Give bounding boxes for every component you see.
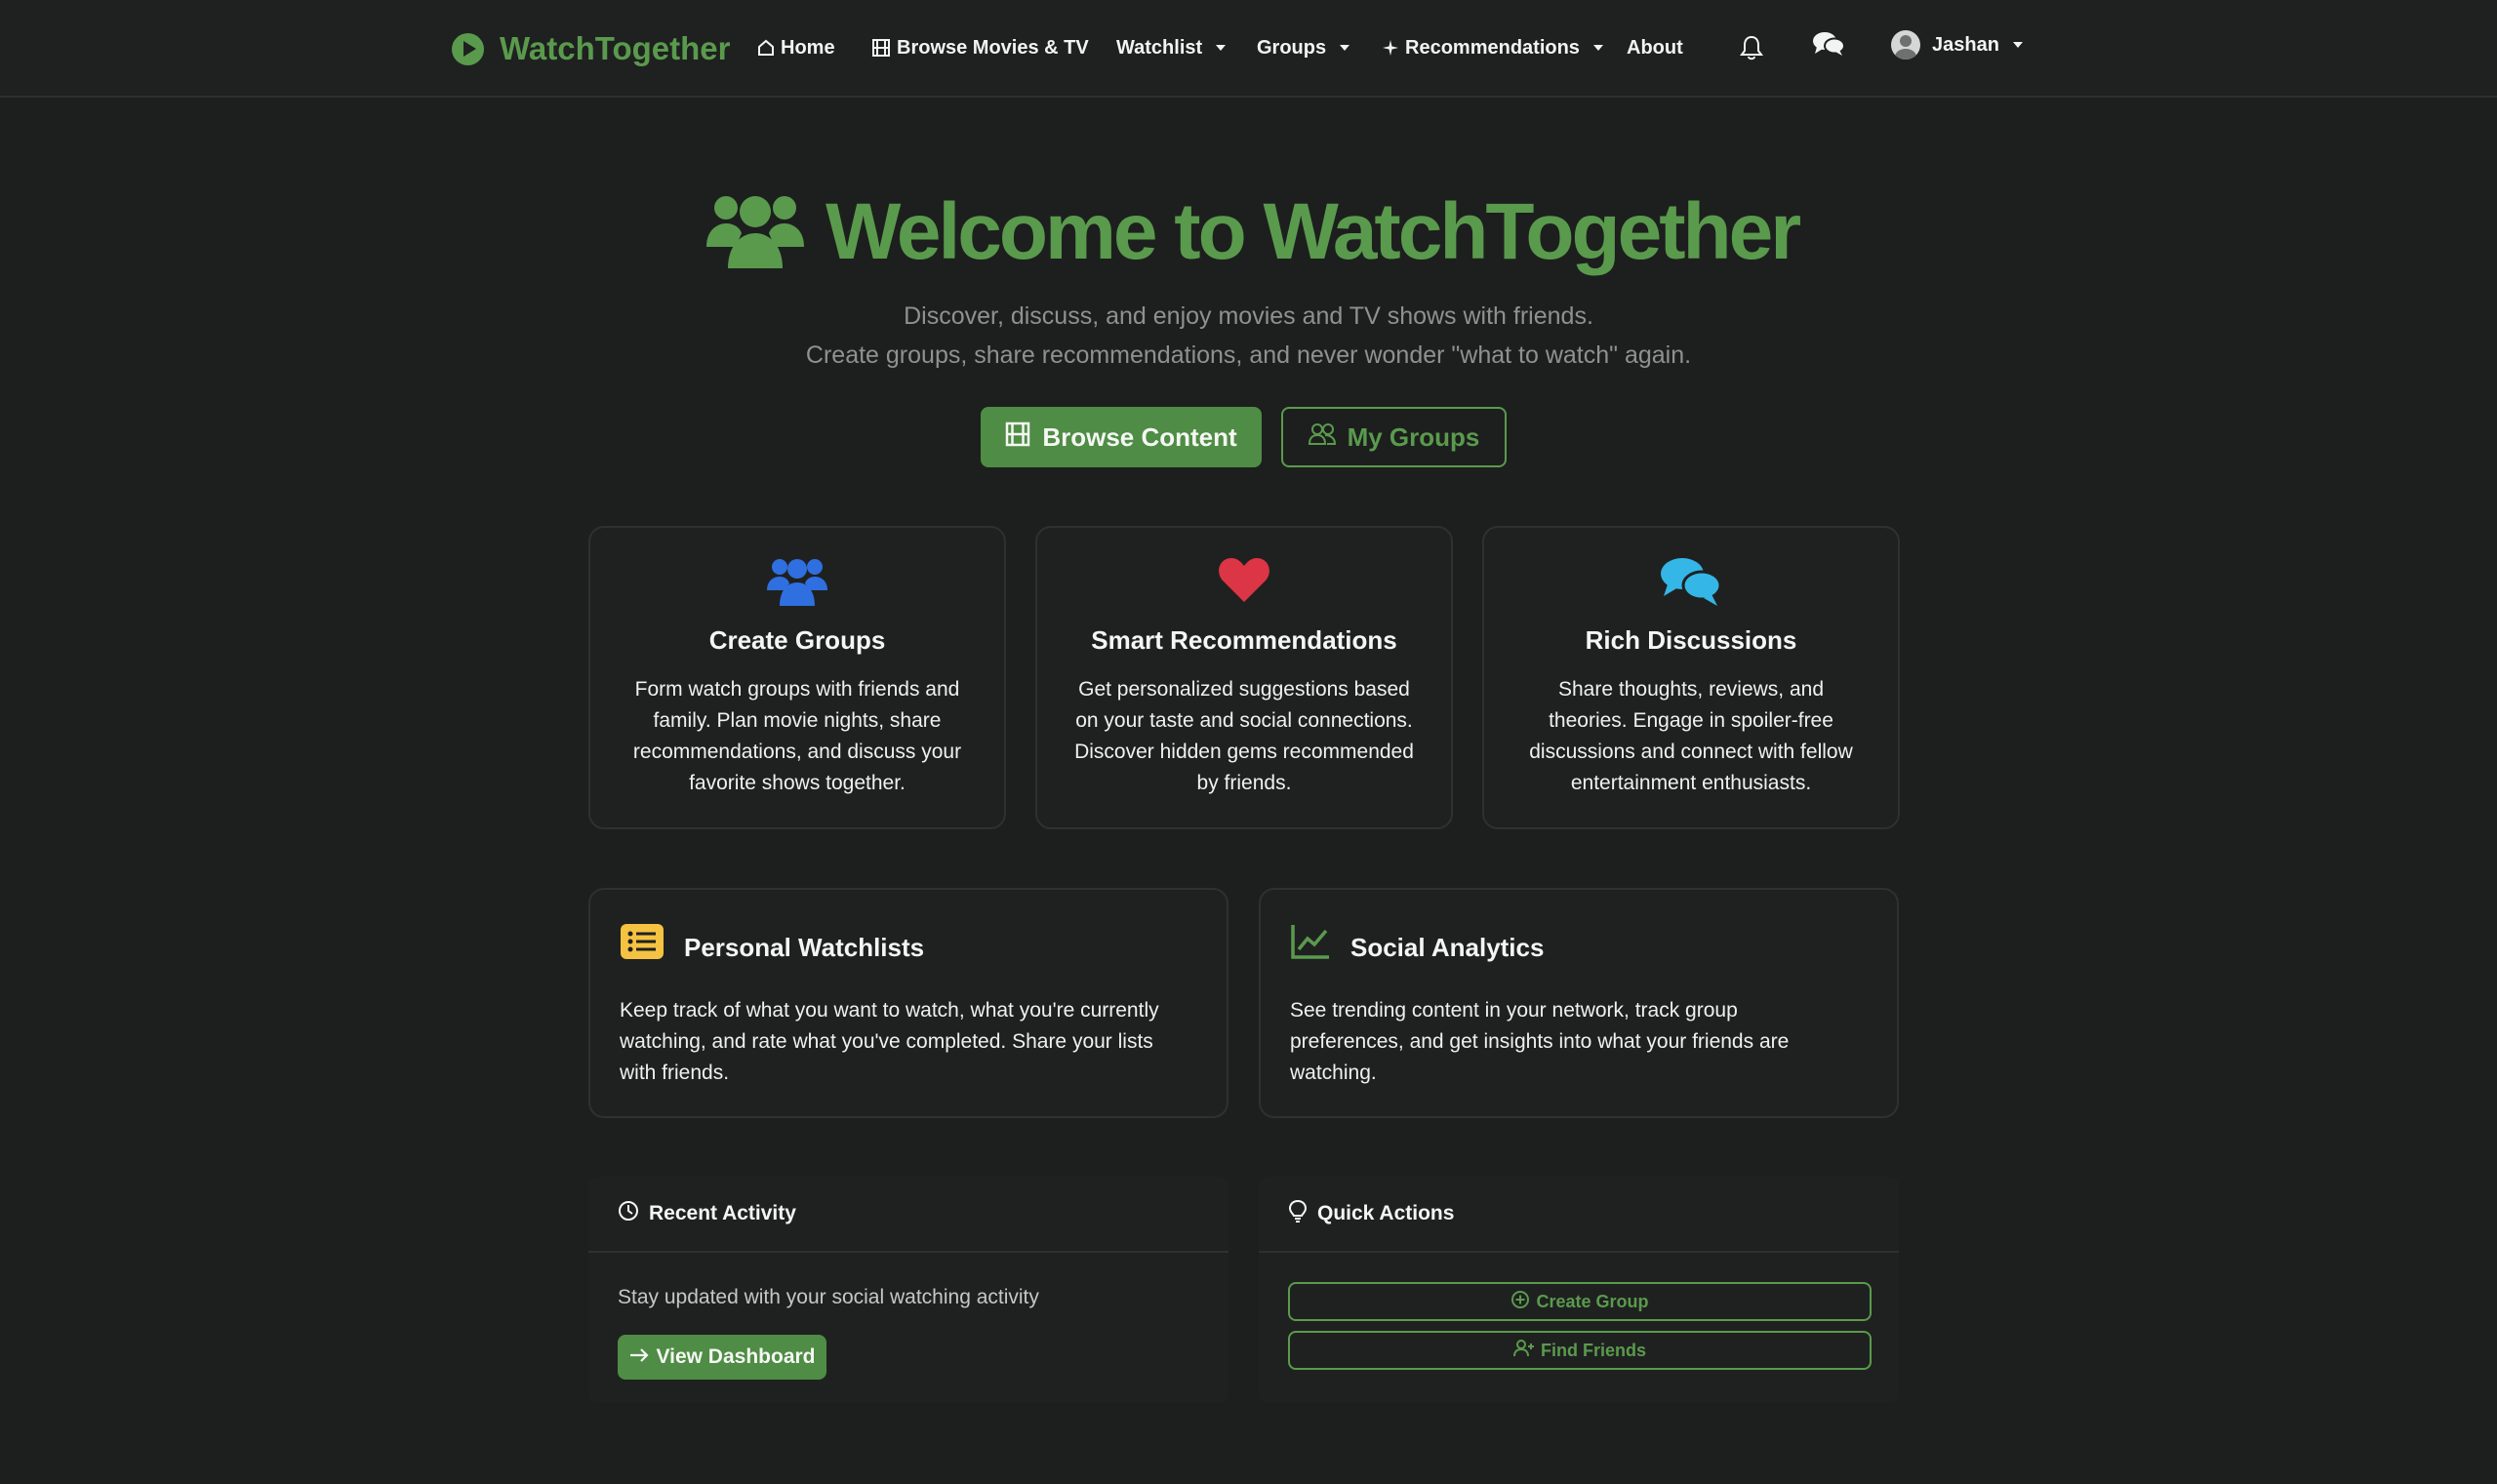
film-icon (1005, 421, 1030, 454)
create-group-button[interactable]: Create Group (1288, 1282, 1872, 1321)
nav-watchlist-label: Watchlist (1116, 36, 1203, 59)
create-group-label: Create Group (1536, 1291, 1649, 1311)
quick-actions-panel: Quick Actions Create Group Find Friends (1259, 1177, 1899, 1403)
nav-groups-label: Groups (1257, 36, 1327, 59)
hero-heading: Welcome to WatchTogether (826, 187, 1801, 276)
notifications-button[interactable] (1739, 31, 1764, 64)
feature-description: Form watch groups with friends and famil… (632, 678, 962, 794)
feature-title: Rich Discussions (1585, 625, 1797, 655)
brand-link[interactable]: WatchTogether (452, 27, 731, 70)
my-groups-label: My Groups (1347, 421, 1480, 452)
feature-card-social-analytics: Social Analytics See trending content in… (1259, 888, 1899, 1118)
sparkle-icon (1382, 39, 1399, 57)
arrow-right-icon (629, 1345, 649, 1369)
bell-icon (1739, 34, 1764, 61)
nav-about-label: About (1627, 36, 1683, 59)
clock-icon (618, 1200, 639, 1227)
nav-groups-dropdown[interactable]: Groups (1257, 31, 1350, 64)
home-icon (757, 39, 775, 57)
nav-recommendations-dropdown[interactable]: Recommendations (1382, 31, 1603, 64)
people-group-icon (705, 186, 806, 279)
hero-subtitle-line1: Discover, discuss, and enjoy movies and … (904, 302, 1593, 330)
feature-title: Create Groups (708, 625, 886, 655)
user-name: Jashan (1932, 33, 1999, 56)
feature-card-create-groups: Create Groups Form watch groups with fri… (588, 526, 1006, 829)
feature-description: Share thoughts, reviews, and theories. E… (1529, 678, 1853, 794)
browse-content-label: Browse Content (1042, 421, 1237, 452)
caret-down-icon (1216, 45, 1227, 51)
list-icon (620, 923, 665, 965)
view-dashboard-button[interactable]: View Dashboard (618, 1335, 826, 1380)
nav-recommendations-label: Recommendations (1405, 36, 1580, 59)
user-plus-icon (1513, 1339, 1535, 1363)
recent-activity-panel: Recent Activity Stay updated with your s… (588, 1177, 1228, 1403)
plus-circle-icon (1510, 1290, 1530, 1314)
nav-home-label: Home (781, 36, 835, 59)
play-circle-icon (452, 32, 484, 65)
recent-activity-header: Recent Activity (588, 1177, 1228, 1253)
nav-browse-label: Browse Movies & TV (897, 36, 1089, 59)
chat-bubbles-icon (1484, 555, 1898, 610)
brand-name: WatchTogether (500, 30, 731, 66)
feature-title: Smart Recommendations (1091, 625, 1397, 655)
navbar: WatchTogether Home Browse Movies & TV Wa… (0, 0, 2497, 98)
quick-actions-title: Quick Actions (1317, 1202, 1455, 1224)
messages-button[interactable] (1812, 27, 1845, 60)
caret-down-icon (2012, 42, 2023, 48)
feature-description: Get personalized suggestions based on yo… (1074, 678, 1414, 794)
recent-activity-text: Stay updated with your social watching a… (618, 1286, 1039, 1308)
user-avatar-icon (1891, 30, 1920, 60)
feature-description: Keep track of what you want to watch, wh… (620, 999, 1159, 1084)
feature-card-rich-discussions: Rich Discussions Share thoughts, reviews… (1482, 526, 1900, 829)
film-icon (871, 38, 891, 58)
user-menu-dropdown[interactable]: Jashan (1891, 28, 2023, 61)
recent-activity-title: Recent Activity (649, 1202, 796, 1224)
view-dashboard-label: View Dashboard (656, 1345, 816, 1368)
caret-down-icon (1592, 45, 1603, 51)
find-friends-button[interactable]: Find Friends (1288, 1331, 1872, 1370)
chat-icon (1812, 30, 1845, 58)
feature-description: See trending content in your network, tr… (1290, 999, 1790, 1084)
find-friends-label: Find Friends (1541, 1340, 1646, 1360)
hero-title: Welcome to WatchTogether (705, 183, 1801, 281)
nav-browse[interactable]: Browse Movies & TV (871, 31, 1089, 64)
feature-title: Social Analytics (1350, 932, 1545, 962)
nav-watchlist-dropdown[interactable]: Watchlist (1116, 31, 1227, 64)
nav-home[interactable]: Home (757, 31, 835, 64)
hero-subtitle-line2: Create groups, share recommendations, an… (805, 341, 1692, 369)
lightbulb-icon (1288, 1199, 1308, 1228)
quick-actions-header: Quick Actions (1259, 1177, 1899, 1253)
people-icon (1308, 422, 1336, 453)
feature-title: Personal Watchlists (684, 932, 925, 962)
my-groups-button[interactable]: My Groups (1281, 407, 1507, 467)
nav-about[interactable]: About (1627, 31, 1683, 64)
heart-icon (1037, 555, 1451, 610)
browse-content-button[interactable]: Browse Content (981, 407, 1262, 467)
feature-card-smart-recommendations: Smart Recommendations Get personalized s… (1035, 526, 1453, 829)
chart-line-icon (1290, 923, 1331, 965)
caret-down-icon (1340, 45, 1350, 51)
feature-card-personal-watchlists: Personal Watchlists Keep track of what y… (588, 888, 1228, 1118)
people-icon (590, 555, 1004, 610)
